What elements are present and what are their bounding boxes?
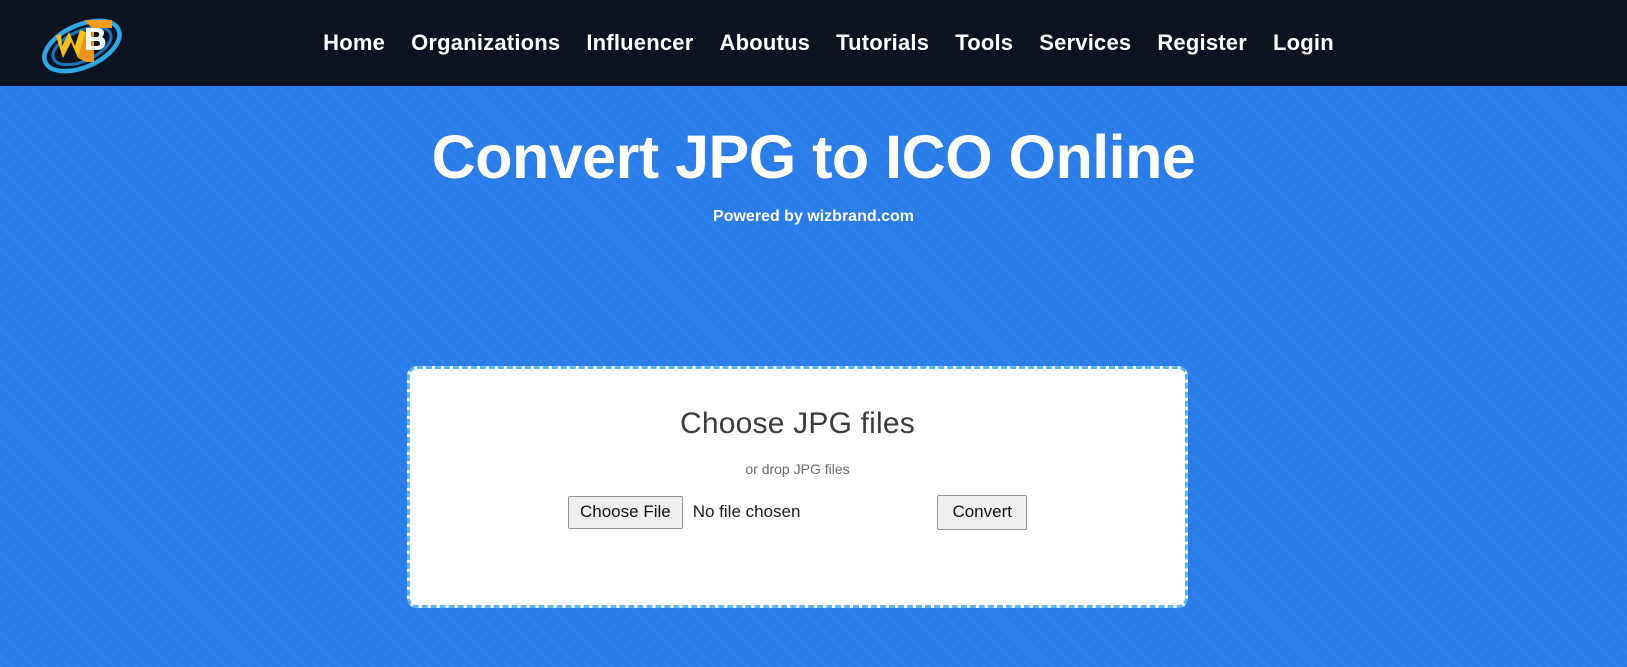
nav-link-aboutus[interactable]: Aboutus [707,0,824,86]
nav-link-home[interactable]: Home [310,0,398,86]
nav-link-register[interactable]: Register [1144,0,1260,86]
nav-link-login[interactable]: Login [1260,0,1347,86]
nav-link-tools[interactable]: Tools [942,0,1026,86]
dropzone-title: Choose JPG files [680,407,915,440]
page-title: Convert JPG to ICO Online [431,123,1196,191]
wizbrand-logo-icon [42,18,122,74]
file-dropzone[interactable]: Choose JPG files or drop JPG files Choos… [407,366,1188,608]
page-subtitle: Powered by wizbrand.com [713,208,914,226]
upload-controls-row: Choose File No file chosen Convert [410,477,1185,530]
choose-file-button[interactable]: Choose File [568,496,683,529]
dropzone-hint: or drop JPG files [745,461,850,477]
convert-button[interactable]: Convert [937,495,1027,530]
file-status-text: No file chosen [692,502,801,522]
hero-section: Convert JPG to ICO Online Powered by wiz… [0,86,1627,667]
file-input-control[interactable]: Choose File No file chosen [568,496,800,529]
wizbrand-logo[interactable] [34,6,130,80]
site-header: Home Organizations Influencer Aboutus Tu… [0,0,1627,86]
nav-link-influencer[interactable]: Influencer [573,0,706,86]
nav-link-organizations[interactable]: Organizations [398,0,573,86]
main-navigation: Home Organizations Influencer Aboutus Tu… [280,0,1347,86]
nav-link-services[interactable]: Services [1026,0,1144,86]
nav-link-tutorials[interactable]: Tutorials [823,0,942,86]
